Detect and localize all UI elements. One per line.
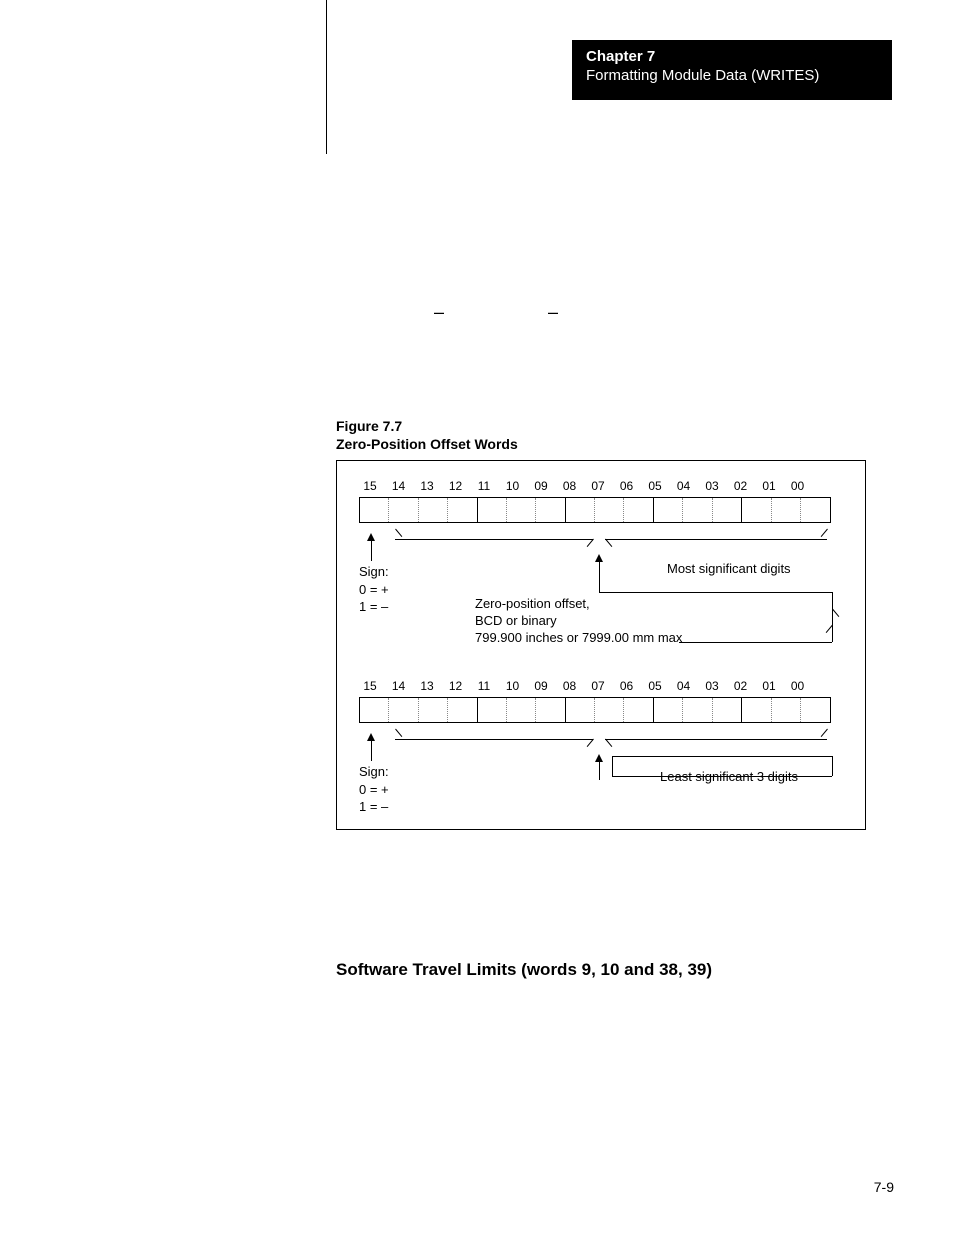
sign-label-text: Sign: [359,763,389,781]
sign-annotation: Sign: 0 = + 1 = – [359,763,389,816]
sign-minus: 1 = – [359,598,389,616]
bit-label: 13 [416,679,438,693]
bit-label: 08 [559,679,581,693]
bit-label: 05 [644,679,666,693]
bit-label: 10 [502,679,524,693]
bit-label: 12 [445,479,467,493]
sign-minus: 1 = – [359,798,389,816]
bit-label: 15 [359,679,381,693]
sign-plus: 0 = + [359,581,389,599]
zero-position-annotation: Zero-position offset, BCD or binary 799.… [475,596,682,647]
arrow-up-icon [595,754,603,762]
bit-label: 09 [530,479,552,493]
bit-label: 00 [787,679,809,693]
bit-label: 01 [758,479,780,493]
chapter-number: Chapter 7 [586,48,878,65]
chapter-header: Chapter 7 Formatting Module Data (WRITES… [572,40,892,100]
bit-label: 04 [673,679,695,693]
bit-label: 14 [388,479,410,493]
bit-label: 01 [758,679,780,693]
brace-end [832,609,839,617]
bit-label: 11 [473,479,495,493]
bit-label: 05 [644,479,666,493]
bit-label: 02 [730,679,752,693]
bit-label: 12 [445,679,467,693]
connector-line [599,592,613,593]
text-mark: – [434,302,444,323]
arrow-up-icon [367,733,375,741]
bit-label: 13 [416,479,438,493]
connector-line [371,741,372,761]
bit-label: 04 [673,479,695,493]
page-divider-rule [326,0,327,154]
connector-line [371,541,372,561]
sign-annotation: Sign: 0 = + 1 = – [359,563,389,616]
arrow-up-icon [595,554,603,562]
bit-label: 07 [587,479,609,493]
connector-line [599,562,600,592]
bit-label: 03 [701,679,723,693]
bit-label: 11 [473,679,495,693]
bit-label: 00 [787,479,809,493]
connector-line [679,642,832,643]
connector-line [612,776,832,777]
chapter-title: Formatting Module Data (WRITES) [586,67,878,84]
page-number: 7-9 [874,1179,894,1195]
bit-label: 10 [502,479,524,493]
connector-line [612,756,832,757]
connector-line [832,756,833,776]
figure-number: Figure 7.7 [336,418,518,436]
figure-caption: Figure 7.7 Zero-Position Offset Words [336,418,518,453]
sign-label-text: Sign: [359,563,389,581]
ann-line: BCD or binary [475,613,682,630]
bit-label: 03 [701,479,723,493]
bit-label: 08 [559,479,581,493]
bit-label: 07 [587,679,609,693]
connector-line [612,592,832,593]
bit-label: 06 [616,679,638,693]
ann-line: Zero-position offset, [475,596,682,613]
figure-diagram: 15 14 13 12 11 10 09 08 07 06 05 04 03 0… [336,460,866,830]
most-significant-label: Most significant digits [667,561,791,576]
arrow-up-icon [367,533,375,541]
bit-label: 14 [388,679,410,693]
connector-line [832,592,833,642]
word-layout [359,697,831,723]
bit-labels-row: 15 14 13 12 11 10 09 08 07 06 05 04 03 0… [359,679,809,693]
bit-label: 09 [530,679,552,693]
bit-label: 15 [359,479,381,493]
connector-line [599,762,600,780]
bit-label: 06 [616,479,638,493]
text-mark: – [548,302,558,323]
ann-line: 799.900 inches or 7999.00 mm max [475,630,682,647]
figure-title: Zero-Position Offset Words [336,436,518,454]
sign-plus: 0 = + [359,781,389,799]
section-heading: Software Travel Limits (words 9, 10 and … [336,960,712,980]
bit-label: 02 [730,479,752,493]
connector-line [612,756,613,776]
bit-labels-row: 15 14 13 12 11 10 09 08 07 06 05 04 03 0… [359,479,809,493]
word-layout [359,497,831,523]
